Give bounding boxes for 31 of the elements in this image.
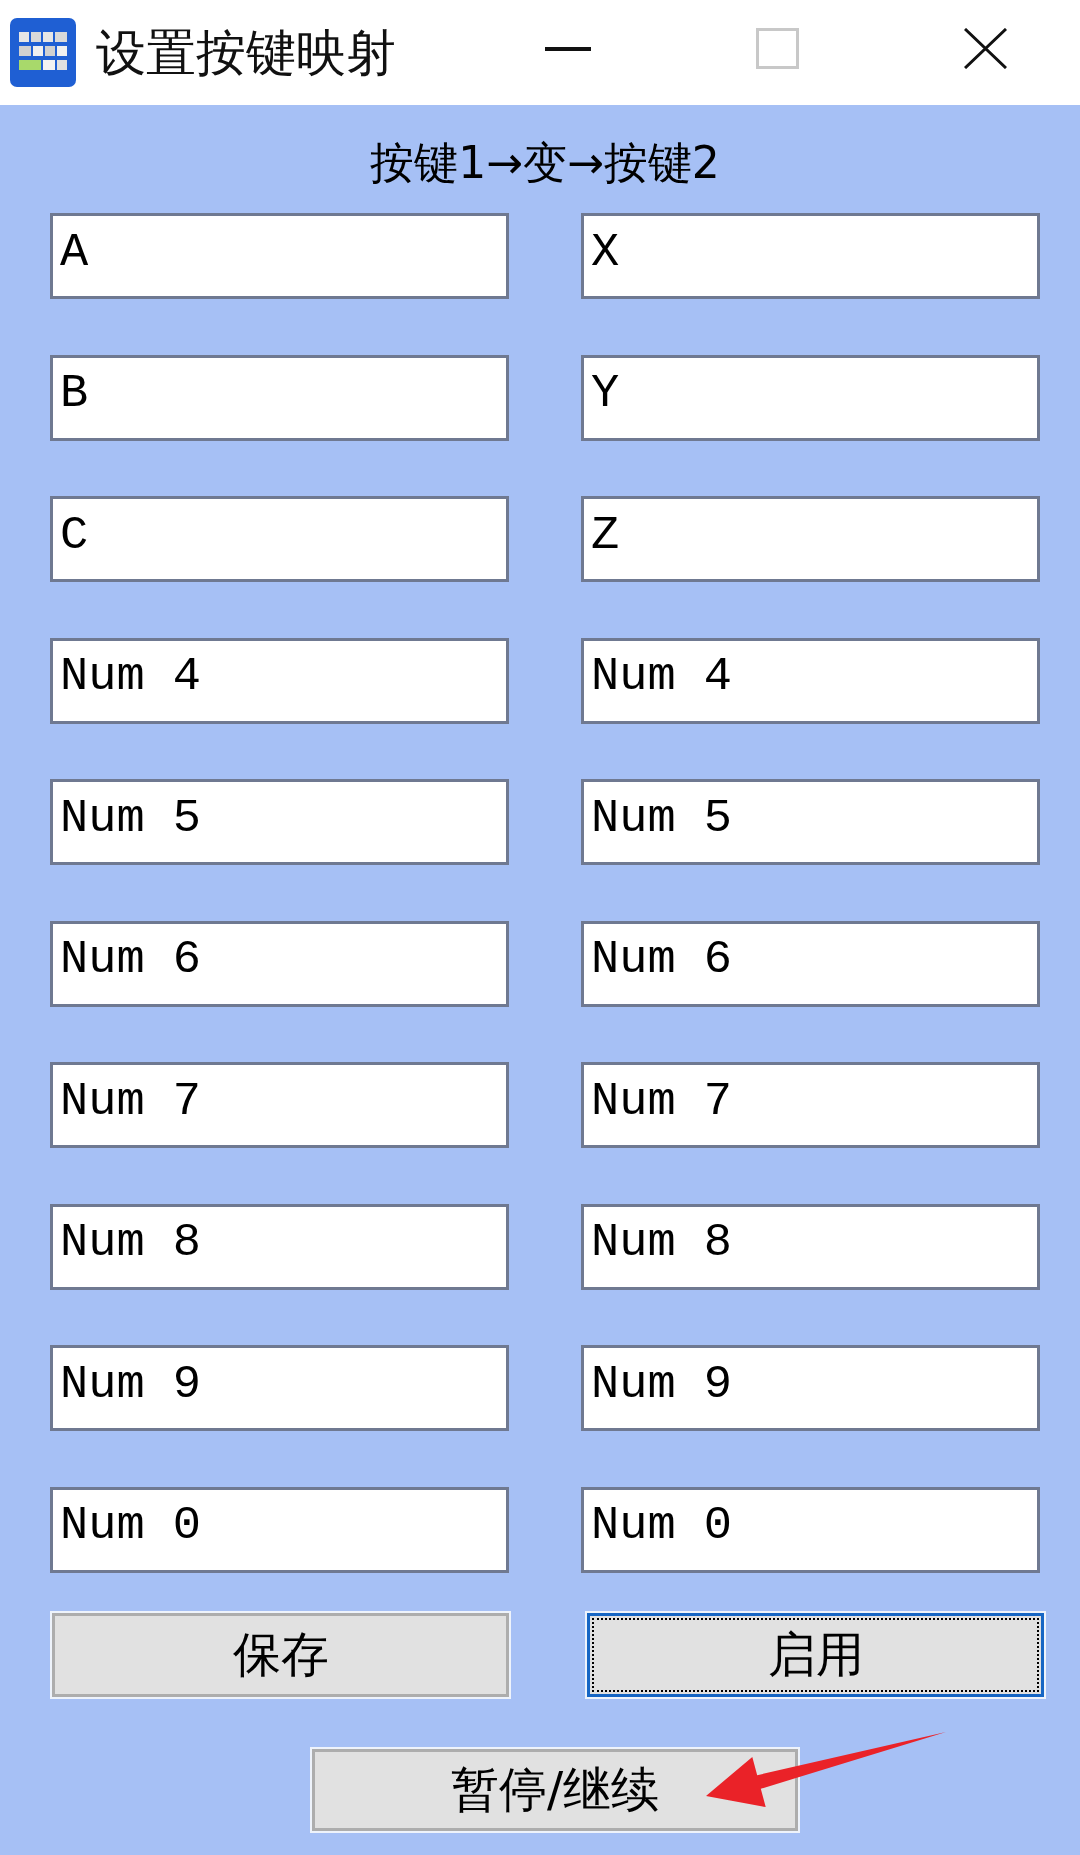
close-icon [964, 28, 1007, 69]
key-field[interactable]: Num 7 [581, 1062, 1040, 1148]
key-field[interactable]: Num 6 [581, 920, 1040, 1007]
key-field[interactable]: A [50, 213, 509, 299]
keyboard-icon [10, 18, 76, 87]
key-field[interactable]: Num 4 [581, 637, 1040, 724]
key-field[interactable]: Num 0 [50, 1486, 509, 1573]
key-field[interactable]: B [50, 354, 509, 441]
window-title: 设置按键映射 [96, 22, 396, 83]
key-field[interactable]: Num 5 [50, 779, 509, 865]
close-button[interactable] [964, 28, 1007, 69]
save-button[interactable]: 保存 [50, 1610, 511, 1699]
minimize-button[interactable] [545, 46, 591, 51]
key-field[interactable]: Num 6 [50, 920, 509, 1007]
key-field[interactable]: Num 5 [581, 779, 1040, 865]
key-field[interactable]: Num 9 [581, 1345, 1040, 1431]
enable-button[interactable]: 启用 [585, 1610, 1046, 1699]
key-field[interactable]: Num 8 [581, 1203, 1040, 1290]
key-field[interactable]: Num 4 [50, 637, 509, 724]
minimize-icon [545, 46, 591, 51]
key-field[interactable]: Z [581, 496, 1040, 582]
key-field[interactable]: Num 7 [50, 1062, 509, 1148]
maximize-icon [756, 28, 799, 69]
key-field[interactable]: X [581, 213, 1040, 299]
pause-resume-button[interactable]: 暂停/继续 [310, 1746, 800, 1833]
key-field[interactable]: Num 8 [50, 1203, 509, 1290]
key-field[interactable]: Y [581, 354, 1040, 441]
key-field[interactable]: Num 9 [50, 1345, 509, 1431]
mapping-header: 按键1→变→按键2 [370, 136, 720, 190]
key-field[interactable]: C [50, 496, 509, 582]
key-field[interactable]: Num 0 [581, 1486, 1040, 1573]
